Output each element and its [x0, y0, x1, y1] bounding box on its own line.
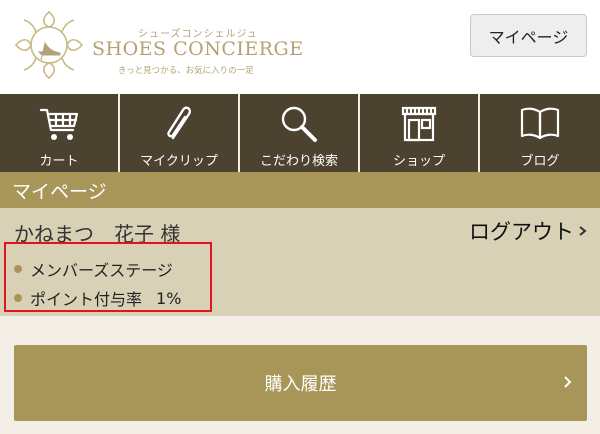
nav-item-cart[interactable]: カート	[0, 94, 120, 172]
nav-label-blog: ブログ	[520, 154, 560, 169]
nav-label-myclip: マイクリップ	[140, 154, 218, 169]
point-rate-label: ポイント付与率	[30, 290, 143, 309]
point-rate-row: ポイント付与率 1%	[14, 286, 181, 310]
nav-item-search[interactable]: こだわり検索	[240, 94, 360, 172]
chevron-right-icon	[564, 376, 572, 388]
purchase-history-label: 購入履歴	[264, 374, 337, 395]
logout-label: ログアウト	[469, 220, 574, 244]
logo-tagline: きっと見つかる、お気に入りの一足	[118, 66, 254, 76]
nav-item-blog[interactable]: ブログ	[480, 94, 600, 172]
bullet-icon	[14, 294, 22, 302]
paperclip-icon	[167, 106, 191, 140]
purchase-history-button[interactable]: 購入履歴	[14, 345, 587, 421]
members-stage-row: メンバーズステージ	[14, 257, 173, 281]
mypage-button[interactable]: マイページ	[470, 14, 587, 57]
book-icon	[520, 107, 560, 140]
main-nav: カート マイクリップ こだわり検索 ショップ ブログ	[0, 94, 600, 172]
nav-label-shop: ショップ	[392, 154, 445, 169]
user-panel: かねまつ 花子 様 ログアウト メンバーズステージ ポイント付与率 1%	[0, 208, 600, 316]
search-icon	[281, 106, 317, 142]
nav-item-myclip[interactable]: マイクリップ	[120, 94, 240, 172]
nav-label-cart: カート	[39, 154, 79, 169]
members-stage-label: メンバーズステージ	[30, 261, 173, 280]
cart-icon	[39, 108, 79, 140]
shoe-emblem-icon	[14, 10, 84, 80]
section-title: マイページ	[0, 172, 600, 208]
shop-icon	[401, 106, 437, 142]
nav-item-shop[interactable]: ショップ	[360, 94, 480, 172]
logo-name: SHOES CONCIERGE	[92, 38, 304, 60]
point-rate-value: 1%	[156, 288, 182, 308]
bullet-icon	[14, 265, 22, 273]
nav-label-search: こだわり検索	[259, 154, 338, 169]
logout-link[interactable]: ログアウト	[469, 216, 588, 246]
site-header: シューズコンシェルジュ SHOES CONCIERGE きっと見つかる、お気に入…	[0, 0, 600, 94]
logo[interactable]: シューズコンシェルジュ SHOES CONCIERGE きっと見つかる、お気に入…	[12, 8, 312, 82]
chevron-right-icon	[579, 226, 587, 236]
